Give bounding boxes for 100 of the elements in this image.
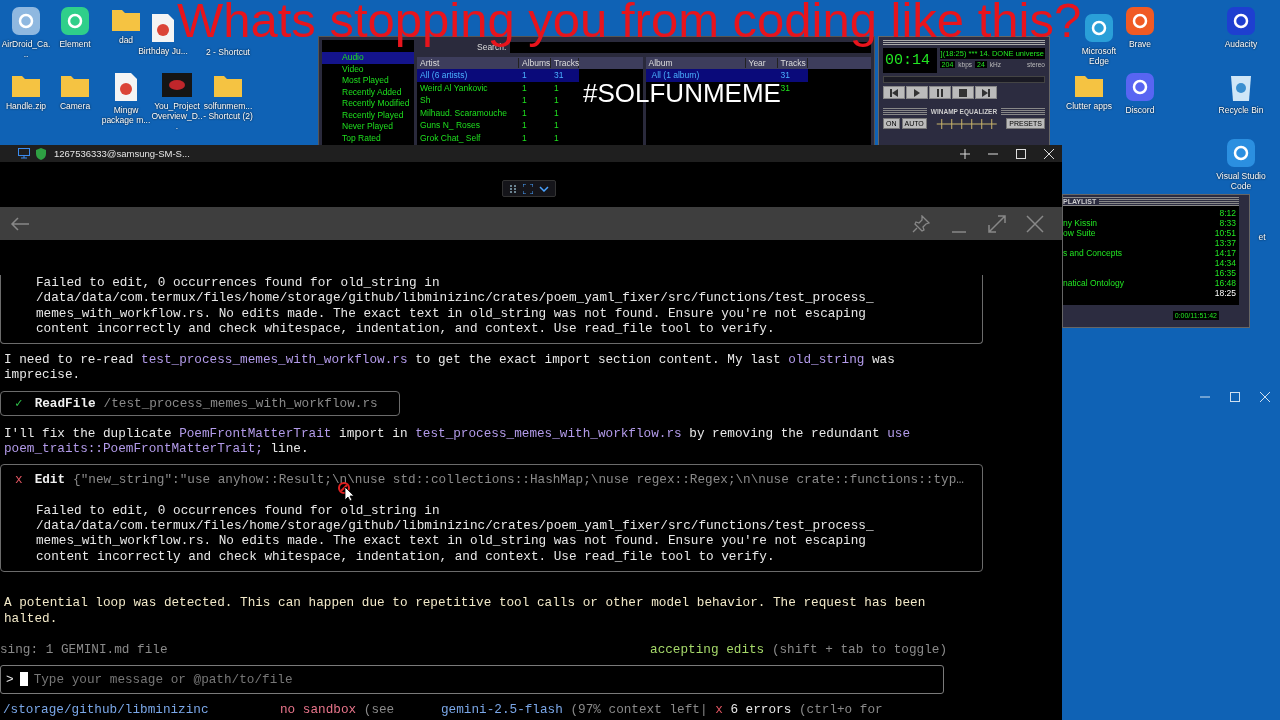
error-output-line: content incorrectly and check whitespace, indentation, and context. Use read_file tool to verify. bbox=[35, 320, 776, 337]
table-cell-text: 1 bbox=[553, 120, 560, 131]
sandbox-note: (see bbox=[363, 702, 395, 718]
table-cell: 31 bbox=[777, 69, 808, 82]
play-button[interactable] bbox=[906, 86, 928, 99]
column-header[interactable]: Artist bbox=[417, 58, 519, 68]
model-name: gemini-2.5-flash bbox=[441, 702, 563, 718]
track-title[interactable]: ow Suite bbox=[1063, 228, 1096, 238]
column-header[interactable]: Tracks bbox=[551, 58, 579, 68]
library-item[interactable]: Recently Added bbox=[322, 86, 414, 98]
monitor-icon bbox=[18, 148, 30, 159]
message-field[interactable]: > Type your message or @path/to/file bbox=[0, 664, 944, 694]
icon-label[interactable]: Handle.zip bbox=[5, 101, 47, 111]
next-button[interactable] bbox=[975, 86, 997, 99]
table-cell-text: 1 bbox=[553, 82, 560, 93]
icon-label[interactable]: Mingw package m... bbox=[100, 105, 152, 125]
error-output-line: Failed to edit, 0 occurrences found for old_string in bbox=[35, 502, 441, 519]
context-status: sing: 1 GEMINI.md file bbox=[0, 641, 168, 657]
track-duration: 13:37 bbox=[1214, 238, 1237, 248]
error-output-line: Failed to edit, 0 occurrences found for old_string in bbox=[35, 275, 441, 291]
table-cell-text: 1 bbox=[553, 95, 560, 106]
icon-label[interactable]: 2 - Shortcut bbox=[206, 47, 250, 57]
icon-label[interactable]: dad bbox=[118, 35, 134, 45]
icon-label[interactable]: Microsoft Edge bbox=[1073, 46, 1125, 66]
app-icon[interactable] bbox=[1226, 6, 1256, 36]
artist-cell[interactable]: Grok Chat_ Self bbox=[417, 132, 519, 143]
icon-label[interactable]: solfunmem... - Shortcut (2) bbox=[202, 101, 254, 121]
library-item[interactable]: Never Played bbox=[322, 121, 414, 133]
track-duration: 14:34 bbox=[1214, 258, 1237, 268]
stop-button[interactable] bbox=[952, 86, 974, 99]
pause-button[interactable] bbox=[929, 86, 951, 99]
icon-label[interactable]: Discord bbox=[1125, 105, 1155, 115]
previous-button[interactable] bbox=[883, 86, 905, 99]
table-cell-text: 1 bbox=[521, 120, 528, 131]
track-title[interactable]: natical Ontology bbox=[1063, 278, 1124, 288]
column-header[interactable]: Albums bbox=[519, 58, 551, 68]
icon-label[interactable]: Recycle Bin bbox=[1218, 105, 1264, 115]
library-item[interactable]: Video bbox=[322, 63, 414, 75]
artist-cell[interactable]: Weird Al Yankovic bbox=[417, 82, 519, 93]
icon-label[interactable]: Audacity bbox=[1224, 39, 1258, 49]
library-item[interactable]: Top Rated bbox=[322, 132, 414, 144]
artist-cell[interactable]: Milhaud. Scaramouche bbox=[417, 107, 519, 118]
plus-icon[interactable] bbox=[960, 148, 970, 159]
icon-label[interactable]: Brave bbox=[1128, 39, 1152, 49]
icon-label[interactable]: et bbox=[1258, 232, 1266, 242]
album-cell[interactable]: All (1 album) bbox=[648, 69, 700, 82]
library-item[interactable]: Most Played bbox=[322, 75, 414, 87]
chevron-down-icon[interactable] bbox=[539, 185, 549, 192]
app-icon[interactable] bbox=[11, 6, 41, 36]
column-header[interactable]: Tracks bbox=[777, 58, 808, 68]
video-file-icon[interactable] bbox=[161, 72, 193, 98]
assistant-message-line: poem_traits::PoemFrontMatterTrait; line. bbox=[4, 440, 310, 457]
icon-label[interactable]: Birthday Ju... bbox=[138, 46, 188, 56]
prompt-symbol: > bbox=[6, 671, 14, 687]
artist-cell[interactable]: Guns N_ Roses bbox=[417, 120, 519, 131]
icon-label[interactable]: Element bbox=[59, 39, 91, 49]
message-input[interactable]: Type your message or @path/to/file bbox=[33, 671, 943, 687]
icon-label[interactable]: AirDroid_Ca... bbox=[0, 39, 52, 59]
fullscreen-icon[interactable] bbox=[523, 183, 533, 194]
icon-label[interactable]: Visual Studio Code bbox=[1215, 171, 1267, 191]
column-header[interactable]: Year bbox=[745, 58, 778, 68]
document-icon[interactable] bbox=[114, 72, 138, 102]
document-icon[interactable] bbox=[151, 13, 175, 43]
column-header[interactable]: Album bbox=[645, 58, 746, 68]
error-output-line: /data/data/com.termux/files/home/storage/github/libminizinc/crates/poem_yaml_fixer/src/functions/test_process_ bbox=[35, 518, 875, 534]
error-output-line: /data/data/com.termux/files/home/storage/github/libminizinc/crates/poem_yaml_fixer/src/functions/test_process_ bbox=[35, 290, 875, 306]
artist-cell[interactable]: All (6 artists) bbox=[417, 69, 519, 82]
table-cell-text: 1 bbox=[553, 107, 560, 118]
errors-hint: (ctrl+o for bbox=[798, 702, 883, 718]
tool-name: ReadFile bbox=[34, 395, 96, 412]
status-mark: ✓ bbox=[15, 395, 23, 412]
library-item[interactable]: Recently Played bbox=[322, 109, 414, 121]
expand-icon[interactable] bbox=[988, 214, 1006, 233]
track-duration: 10:51 bbox=[1214, 228, 1237, 238]
library-item[interactable]: Audio bbox=[322, 52, 414, 64]
icon-label[interactable]: Clutter apps bbox=[1066, 101, 1112, 111]
track-title[interactable]: ny Kissin bbox=[1063, 218, 1097, 228]
app-icon[interactable] bbox=[1084, 13, 1114, 43]
status-mark: x bbox=[15, 472, 23, 488]
track-title[interactable]: s and Concepts bbox=[1063, 248, 1123, 258]
sandbox-status: no sandbox bbox=[280, 702, 357, 718]
icon-label[interactable]: You_Project Overview_D... bbox=[151, 101, 203, 131]
tool-arguments: {"new_string":"use anyhow::Result;\n\nuse std::collections::HashMap;\nuse regex::Regex;\n\nuse crate::functions::typ… bbox=[73, 472, 964, 488]
app-icon[interactable] bbox=[1125, 6, 1155, 36]
assistant-message-line: I need to re-read test_process_memes_with_workflow.rs to get the exact import section content. My last old_string was bbox=[4, 352, 896, 368]
back-arrow-icon[interactable] bbox=[10, 216, 30, 231]
icon-label[interactable]: Camera bbox=[59, 101, 91, 111]
table-cell-text: 1 bbox=[553, 132, 560, 143]
text-cursor bbox=[19, 672, 28, 687]
pin-icon[interactable] bbox=[912, 214, 930, 233]
app-icon[interactable] bbox=[60, 6, 90, 36]
track-duration: 18:25 bbox=[1214, 288, 1237, 298]
artist-cell[interactable]: Sh bbox=[417, 95, 519, 106]
app-icon[interactable] bbox=[1125, 72, 1155, 102]
maximize-icon[interactable] bbox=[1016, 148, 1026, 159]
library-item[interactable]: Recently Modified bbox=[322, 98, 414, 110]
error-output-line: memes_with_workflow.rs. No edits made. The exact text in old_string was not found. Ensure you're not escaping bbox=[35, 533, 867, 549]
grip-icon[interactable] bbox=[509, 183, 517, 194]
app-icon[interactable] bbox=[1226, 138, 1256, 168]
window-title: 1267536333@samsung-SM-S... bbox=[54, 148, 190, 159]
